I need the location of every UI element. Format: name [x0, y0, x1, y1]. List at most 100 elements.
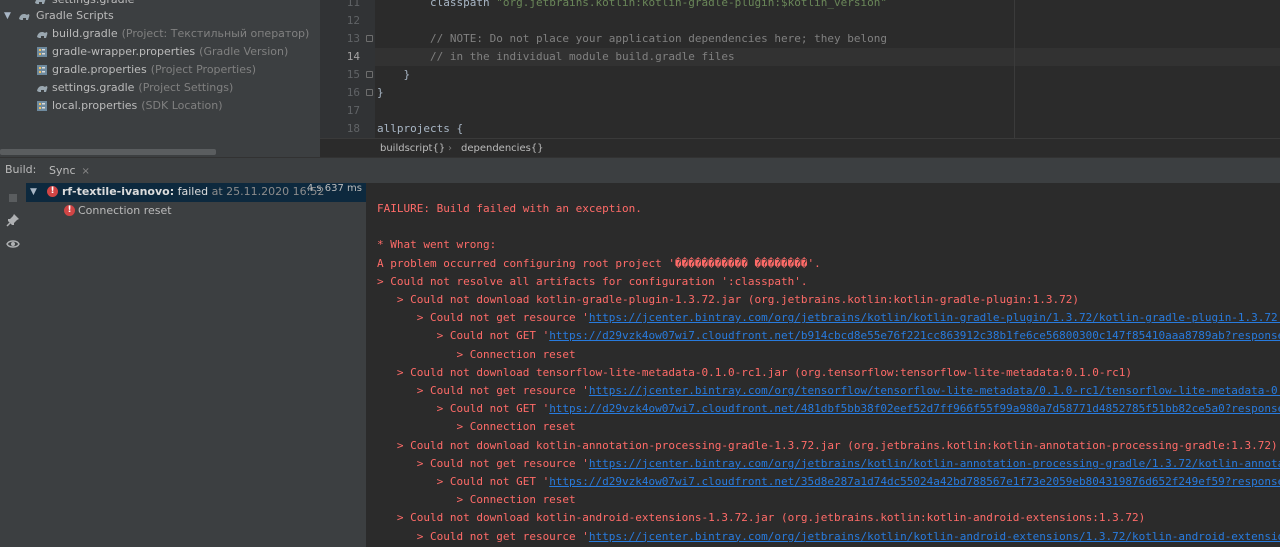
tree-item[interactable]: gradle.properties (Project Properties): [0, 61, 320, 79]
console-line: > Could not get resource 'https://jcente…: [377, 382, 1280, 400]
console-line: > Could not GET 'https://d29vzk4ow07wi7.…: [377, 473, 1280, 491]
fold-marker-icon[interactable]: [366, 89, 373, 96]
error-icon: !: [64, 205, 75, 216]
console-line: FAILURE: Build failed with an exception.: [377, 202, 642, 215]
build-task-row[interactable]: ▼ ! rf-textile-ivanovo: failed at 25.11.…: [26, 183, 366, 202]
console-line: > Could not download tensorflow-lite-met…: [377, 365, 1132, 379]
tree-item-hint: (Project Settings): [138, 81, 234, 94]
tree-group-gradle-scripts[interactable]: ▼ Gradle Scripts: [0, 7, 320, 25]
stop-icon[interactable]: [6, 190, 20, 204]
properties-icon: [36, 64, 49, 76]
tree-group-label: Gradle Scripts: [36, 9, 114, 22]
line-number: 16: [346, 86, 360, 99]
tree-item[interactable]: build.gradle (Project: Текстильный операт…: [0, 25, 320, 43]
tree-item-text: gradle.properties (Project Properties): [52, 61, 256, 79]
console-text: > Could not GET ': [377, 402, 550, 416]
tree-item[interactable]: gradle-wrapper.properties (Gradle Version…: [0, 43, 320, 61]
line-number: 12: [346, 14, 360, 27]
console-line: > Could not GET 'https://d29vzk4ow07wi7.…: [377, 327, 1280, 345]
build-tree: ▼ ! rf-textile-ivanovo: failed at 25.11.…: [26, 183, 367, 547]
tab-sync-label: Sync: [49, 164, 76, 177]
line-number: 13: [346, 32, 360, 45]
console-line: > Could not download kotlin-android-exte…: [377, 511, 1146, 525]
gradle-icon: [36, 28, 49, 40]
build-task-text: rf-textile-ivanovo: failed at 25.11.2020…: [62, 183, 324, 201]
code-line: allprojects {: [377, 122, 464, 135]
tree-item-label: gradle.properties: [52, 63, 147, 76]
console-line: > Could not get resource 'https://jcente…: [377, 309, 1280, 327]
console-line: > Connection reset: [377, 347, 576, 361]
build-error-label: Connection reset: [78, 204, 172, 217]
console-link[interactable]: https://d29vzk4ow07wi7.cloudfront.net/b9…: [549, 329, 1280, 342]
tree-item-hint: (Gradle Version): [199, 45, 289, 58]
tree-item-label: local.properties: [52, 99, 138, 112]
pin-icon[interactable]: [6, 212, 20, 227]
tab-sync[interactable]: Sync ×: [43, 158, 96, 183]
build-title: Build:: [5, 163, 37, 176]
line-number: 18: [346, 122, 360, 135]
tree-item-text: settings.gradle (Project Settings): [52, 79, 233, 97]
code-editor[interactable]: 11 classpath "org.jetbrains.kotlin:kotli…: [320, 0, 1280, 157]
expand-arrow-icon[interactable]: ▼: [4, 7, 11, 25]
fold-marker-icon[interactable]: [366, 71, 373, 78]
tree-item-text: gradle-wrapper.properties (Gradle Version…: [52, 43, 288, 61]
console-line: A problem occurred configuring root proj…: [377, 256, 821, 270]
horizontal-scrollbar[interactable]: [0, 149, 216, 155]
code-string: "org.jetbrains.kotlin:kotlin-gradle-plug…: [496, 0, 887, 9]
console-link[interactable]: https://jcenter.bintray.com/org/jetbrain…: [589, 530, 1280, 543]
properties-icon: [36, 46, 49, 58]
code-line: // NOTE: Do not place your application d…: [377, 32, 887, 45]
line-number: 17: [346, 104, 360, 117]
eye-icon[interactable]: [6, 236, 20, 250]
console-line: > Connection reset: [377, 493, 576, 507]
breadcrumb-buildscript[interactable]: buildscript{}: [380, 141, 445, 156]
line-number: 11: [346, 0, 360, 9]
build-toolstrip: [0, 183, 26, 547]
code-line: }: [377, 86, 384, 99]
build-error-row[interactable]: ! Connection reset: [62, 202, 362, 220]
task-duration: 4 s 637 ms: [306, 183, 362, 194]
gradle-icon: [34, 0, 47, 6]
properties-icon: [36, 100, 49, 112]
code-line: // in the individual module build.gradle…: [377, 50, 735, 63]
breadcrumb-separator-icon: ›: [448, 143, 452, 154]
fold-marker-icon[interactable]: [366, 35, 373, 42]
tree-item[interactable]: local.properties (SDK Location): [0, 97, 320, 115]
console-link[interactable]: https://jcenter.bintray.com/org/jetbrain…: [589, 311, 1280, 324]
console-link[interactable]: https://jcenter.bintray.com/org/jetbrain…: [589, 457, 1280, 470]
tree-item-label: settings.gradle: [52, 81, 135, 94]
gradle-icon: [18, 10, 31, 22]
build-console-output[interactable]: FAILURE: Build failed with an exception.…: [367, 183, 1280, 547]
console-text: > Could not GET ': [377, 475, 550, 488]
tree-item-hint: (Project Properties): [150, 63, 256, 76]
right-margin-guide: [1014, 0, 1015, 138]
console-text: > Could not GET ': [377, 329, 550, 343]
console-link[interactable]: https://d29vzk4ow07wi7.cloudfront.net/48…: [549, 402, 1280, 415]
expand-arrow-icon[interactable]: ▼: [30, 183, 37, 201]
tree-item-label: build.gradle: [52, 27, 118, 40]
tree-item-text: local.properties (SDK Location): [52, 97, 223, 115]
code-line: classpath "org.jetbrains.kotlin:kotlin-g…: [377, 0, 887, 12]
project-tree-panel: settings.gradle ▼ Gradle Scripts build.g…: [0, 0, 320, 157]
ide-window: settings.gradle ▼ Gradle Scripts build.g…: [0, 0, 1280, 547]
console-line: > Could not GET 'https://d29vzk4ow07wi7.…: [377, 400, 1280, 418]
console-text: > Could not get resource ': [377, 456, 589, 470]
console-line: > Could not download kotlin-gradle-plugi…: [377, 293, 1079, 306]
console-line: > Could not resolve all artifacts for co…: [377, 274, 808, 288]
console-text: > Could not get resource ': [377, 311, 589, 325]
tree-item-text: build.gradle (Project: Текстильный операт…: [52, 25, 309, 43]
console-link[interactable]: https://jcenter.bintray.com/org/tensorfl…: [589, 384, 1280, 397]
close-icon[interactable]: ×: [82, 166, 90, 177]
tree-item-hint: (SDK Location): [141, 99, 223, 112]
breadcrumb: buildscript{} › dependencies{}: [320, 138, 1280, 157]
console-link[interactable]: https://d29vzk4ow07wi7.cloudfront.net/35…: [549, 475, 1280, 488]
tree-item[interactable]: settings.gradle (Project Settings): [0, 79, 320, 97]
line-number: 15: [346, 68, 360, 81]
tree-item-label: gradle-wrapper.properties: [52, 45, 196, 58]
console-line: > Could not get resource 'https://jcente…: [377, 455, 1280, 473]
gradle-icon: [36, 82, 49, 94]
build-toolwindow-header: Build: Sync ×: [0, 157, 1280, 183]
breadcrumb-dependencies[interactable]: dependencies{}: [461, 141, 544, 156]
console-text: > Could not get resource ': [377, 529, 589, 543]
error-icon: !: [47, 186, 58, 197]
